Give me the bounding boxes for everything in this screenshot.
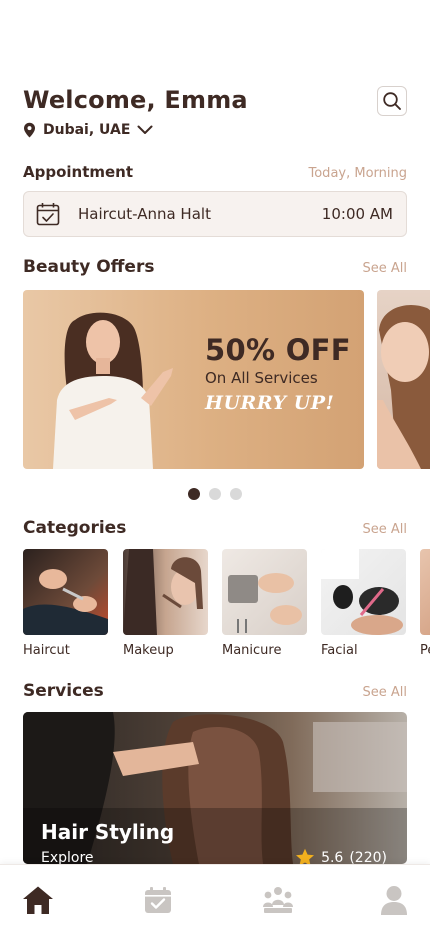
offers-carousel[interactable]: 50% OFF On All Services HURRY UP! [23, 290, 430, 469]
category-makeup-image [123, 549, 208, 635]
offers-section-header: Beauty Offers See All [23, 257, 407, 277]
offers-title: Beauty Offers [23, 257, 155, 277]
star-icon [296, 848, 315, 864]
location-selector[interactable]: Dubai, UAE [23, 122, 153, 138]
category-pedicure[interactable]: Pe [420, 549, 430, 658]
appointment-card[interactable]: Haircut-Anna Halt 10:00 AM [23, 191, 407, 237]
offer-headline: 50% OFF [205, 333, 351, 367]
service-card-hair-styling[interactable]: Hair Styling Explore 5.6 (220) [23, 712, 407, 864]
offer-next-model-image [377, 305, 430, 469]
offer-tagline: HURRY UP! [205, 392, 335, 414]
tab-home[interactable] [22, 884, 54, 916]
offer-banner-next[interactable] [377, 290, 430, 469]
category-label: Pe [420, 643, 430, 658]
appointment-title: Appointment [23, 163, 134, 181]
offers-see-all-link[interactable]: See All [363, 261, 408, 276]
offer-text: 50% OFF On All Services HURRY UP! [205, 333, 351, 415]
location-pin-icon [24, 122, 35, 138]
tab-appointments[interactable] [142, 884, 174, 916]
categories-see-all-link[interactable]: See All [363, 522, 408, 537]
service-review-count: (220) [349, 849, 387, 865]
appointment-section-header: Appointment Today, Morning [23, 163, 407, 181]
appointment-service: Haircut-Anna Halt [78, 205, 211, 223]
category-label: Makeup [123, 643, 174, 658]
category-haircut[interactable]: Haircut [23, 549, 108, 658]
offers-pagination [188, 488, 242, 500]
category-label: Facial [321, 643, 358, 658]
profile-icon [381, 886, 407, 915]
tab-profile[interactable] [378, 884, 410, 916]
bottom-tab-bar [0, 864, 430, 932]
chevron-down-icon [137, 125, 153, 134]
pagination-dot-active[interactable] [188, 488, 200, 500]
category-pedicure-image [420, 549, 430, 635]
pagination-dot[interactable] [230, 488, 242, 500]
service-explore-link[interactable]: Explore [41, 850, 94, 864]
offer-banner[interactable]: 50% OFF On All Services HURRY UP! [23, 290, 364, 469]
category-manicure[interactable]: Manicure [222, 549, 307, 658]
pagination-dot[interactable] [209, 488, 221, 500]
services-section-header: Services See All [23, 681, 407, 701]
team-icon [263, 887, 293, 913]
home-icon [23, 886, 53, 914]
categories-section-header: Categories See All [23, 518, 407, 538]
appointment-when: Today, Morning [308, 166, 408, 181]
category-manicure-image [222, 549, 307, 635]
service-rating: 5.6 (220) [295, 848, 387, 864]
category-label: Manicure [222, 643, 282, 658]
location-label: Dubai, UAE [43, 122, 131, 138]
category-facial-image [321, 549, 406, 635]
category-facial[interactable]: Facial [321, 549, 406, 658]
offer-model-image [53, 312, 173, 469]
service-rating-value: 5.6 [321, 849, 344, 865]
category-label: Haircut [23, 643, 70, 658]
category-haircut-image [23, 549, 108, 635]
category-makeup[interactable]: Makeup [123, 549, 208, 658]
calendar-check-icon [36, 203, 60, 226]
search-icon [383, 92, 401, 110]
tab-salons[interactable] [262, 884, 294, 916]
calendar-icon [145, 887, 171, 913]
appointment-time: 10:00 AM [321, 205, 393, 223]
offer-subline: On All Services [205, 369, 318, 387]
welcome-heading: Welcome, Emma [23, 86, 248, 114]
service-title: Hair Styling [41, 820, 175, 844]
categories-title: Categories [23, 518, 127, 538]
header: Welcome, Emma Dubai, UAE [23, 86, 407, 146]
services-see-all-link[interactable]: See All [363, 685, 408, 700]
categories-list: Haircut Makeup Manicure Facial P [23, 549, 430, 659]
search-button[interactable] [377, 86, 407, 116]
services-title: Services [23, 681, 104, 701]
